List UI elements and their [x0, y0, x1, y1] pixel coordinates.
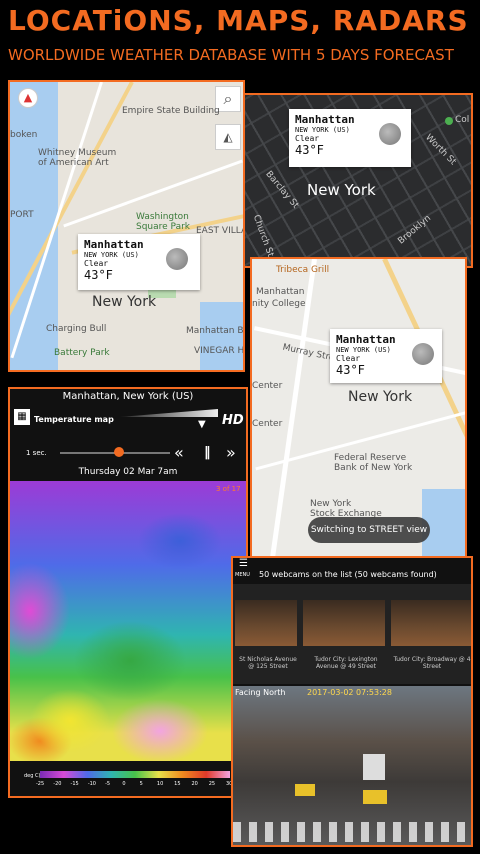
forward-button[interactable]: » — [226, 443, 236, 462]
label-tribeca: Tribeca Grill — [276, 265, 330, 275]
rewind-button[interactable]: « — [174, 443, 184, 462]
east-river — [200, 302, 243, 370]
label-vinegar-hill: VINEGAR HILL — [194, 346, 245, 356]
weather-popup[interactable]: Manhattan NEW YORK (US) Clear 43°F — [78, 234, 200, 290]
map-panel-satellite[interactable]: Col Worth St Barclay St Church St Brookl… — [243, 93, 473, 268]
legend-tick: 5 — [139, 781, 143, 787]
map-layers-icon[interactable]: ◭ — [215, 124, 241, 150]
label-college: nity College — [252, 299, 306, 309]
moon-icon — [166, 248, 188, 270]
popup-temp: 43°F — [295, 143, 324, 157]
label-new-york: New York — [307, 181, 376, 199]
label-charging-bull: Charging Bull — [46, 324, 107, 334]
moon-icon — [379, 123, 401, 145]
label-center-1: Center — [252, 381, 283, 391]
temperature-legend-bar — [40, 771, 230, 778]
map-panel-street[interactable]: Tribeca Grill Manhattan nity College Mur… — [250, 257, 467, 569]
menu-label[interactable]: MENU — [235, 572, 250, 578]
bus — [363, 754, 385, 780]
taxi — [363, 790, 387, 804]
pause-button[interactable]: ‖ — [204, 445, 211, 460]
label-manhattan-br: Manhattan Br — [186, 326, 245, 336]
popup-temp: 43°F — [84, 268, 113, 282]
webcam-count: 50 webcams on the list (50 webcams found… — [259, 570, 437, 579]
page-subtitle: WORLDWIDE WEATHER DATABASE WITH 5 DAYS F… — [8, 46, 454, 64]
legend-tick: 10 — [156, 781, 164, 787]
webcam-panel[interactable]: ☰ MENU 50 webcams on the list (50 webcam… — [231, 556, 473, 847]
label-whitney: Whitney Museum of American Art — [38, 148, 117, 168]
label-empire-state: Empire State Building — [122, 106, 220, 116]
radar-date: Thursday 02 Mar 7am — [78, 467, 178, 477]
compass-icon[interactable]: ▲ — [18, 88, 38, 108]
legend-tick: -15 — [70, 781, 79, 787]
legend-tick: -25 — [36, 781, 45, 787]
legend-tick: -5 — [105, 781, 111, 787]
timeline-knob[interactable] — [114, 447, 124, 457]
park-marker-icon — [445, 117, 453, 125]
label-port: PORT — [10, 210, 34, 220]
legend-tick: -10 — [87, 781, 96, 787]
label-new-york: New York — [348, 389, 413, 405]
legend-unit: deg C) — [24, 773, 41, 779]
legend-ticks: -25 -20 -15 -10 -5 0 5 10 15 20 25 30 — [36, 781, 232, 789]
radar-layer[interactable]: Temperature map — [34, 415, 114, 424]
webcam-timestamp: 2017-03-02 07:53:28 — [307, 688, 392, 697]
webcam-thumb[interactable] — [235, 600, 297, 646]
webcam-label[interactable]: Tudor City: Broadway @ 4 Street — [389, 656, 471, 670]
opacity-slider[interactable] — [120, 409, 218, 417]
legend-tick: -20 — [53, 781, 62, 787]
street-label-col: Col — [455, 115, 470, 125]
popup-temp: 43°F — [336, 363, 365, 377]
legend-tick: 15 — [174, 781, 181, 787]
radar-panel[interactable]: Manhattan, New York (US) ▦ Temperature m… — [8, 387, 248, 798]
legend-tick: 20 — [191, 781, 198, 787]
taxi — [295, 784, 315, 796]
webcam-thumb[interactable] — [303, 600, 385, 646]
dropdown-icon[interactable]: ▼ — [198, 419, 206, 430]
frame-counter: 3 of 17 — [216, 485, 241, 493]
label-new-york: New York — [92, 294, 157, 310]
webcam-label[interactable]: St Nicholas Avenue @ 125 Street — [233, 656, 303, 670]
street-view-toast: Switching to STREET view — [308, 517, 430, 543]
label-manhattan: Manhattan — [256, 287, 305, 297]
label-federal-reserve: Federal Reserve Bank of New York — [334, 453, 413, 473]
label-east-village: EAST VILLAG — [196, 226, 243, 236]
hd-button[interactable]: HD — [222, 413, 244, 428]
webcam-label[interactable]: Tudor City: Lexington Avenue @ 49 Street — [303, 656, 389, 670]
legend-tick: 25 — [208, 781, 216, 787]
map-panel-light[interactable]: ▲ ⌕ ◭ Empire State Building boken Whitne… — [8, 80, 245, 372]
legend-tick: 0 — [122, 781, 126, 787]
radar-location: Manhattan, New York (US) — [62, 391, 194, 402]
label-center-2: Center — [252, 419, 283, 429]
temperature-map — [10, 481, 246, 761]
page-title: LOCATiONS, MAPS, RADARS — [8, 4, 469, 37]
label-boken: boken — [10, 130, 38, 140]
label-battery-park: Battery Park — [54, 348, 110, 358]
menu-icon[interactable]: ☰ — [239, 558, 248, 569]
label-washington-sq: Washington Square Park — [136, 212, 190, 232]
weather-popup-satellite[interactable]: Manhattan NEW YORK (US) Clear 43°F — [289, 109, 411, 167]
interval-label: 1 sec. — [26, 449, 47, 457]
label-nyse: New York Stock Exchange — [310, 499, 382, 519]
weather-popup-street[interactable]: Manhattan NEW YORK (US) Clear 43°F — [330, 329, 442, 383]
moon-icon — [412, 343, 434, 365]
map-type-icon[interactable]: ▦ — [14, 409, 30, 425]
webcam-thumb[interactable] — [391, 600, 471, 646]
crosswalk — [233, 822, 471, 842]
facing-label: Facing North — [235, 688, 286, 697]
